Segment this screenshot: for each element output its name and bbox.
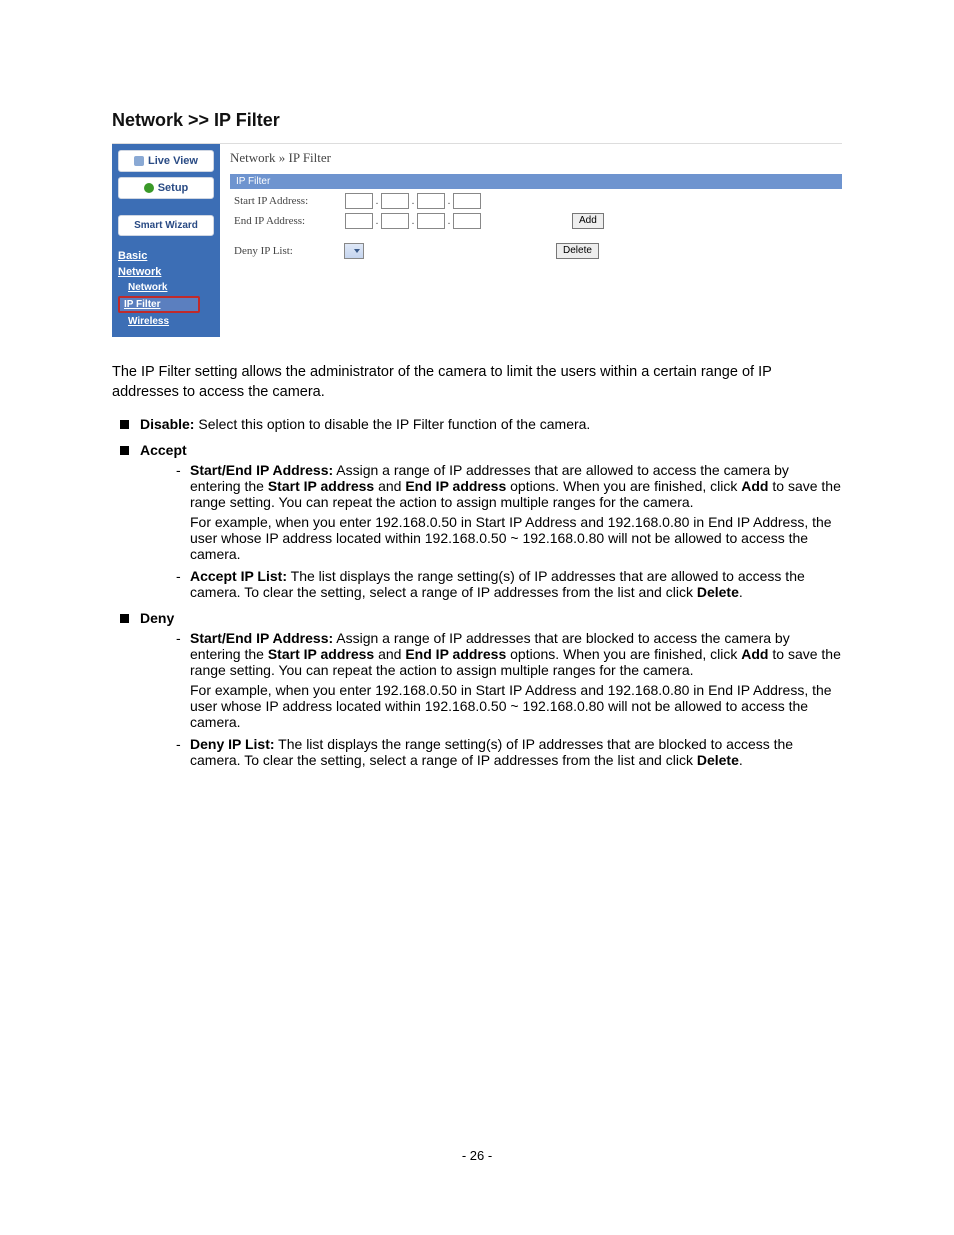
start-ip-row: Start IP Address: . . . xyxy=(234,193,842,209)
deny-ip-list: Deny IP List: The list displays the rang… xyxy=(176,736,842,768)
page-heading: Network >> IP Filter xyxy=(112,110,842,131)
monitor-icon xyxy=(134,156,144,166)
start-ip-label: Start IP Address: xyxy=(234,195,344,207)
start-ip-octet-3[interactable] xyxy=(417,193,445,209)
setup-tab[interactable]: Setup xyxy=(118,177,214,199)
start-ip-octet-2[interactable] xyxy=(381,193,409,209)
start-ip-octet-1[interactable] xyxy=(345,193,373,209)
deny-list-select[interactable] xyxy=(344,243,364,259)
start-ip-octet-4[interactable] xyxy=(453,193,481,209)
end-ip-label: End IP Address: xyxy=(234,215,344,227)
section-header: IP Filter xyxy=(230,174,842,189)
page-number: - 26 - xyxy=(112,1148,842,1163)
live-view-tab[interactable]: Live View xyxy=(118,150,214,172)
sidebar: Live View Setup Smart Wizard Basic Netwo… xyxy=(112,144,220,337)
accept-ip-list: Accept IP List: The list displays the ra… xyxy=(176,568,842,600)
intro-text: The IP Filter setting allows the adminis… xyxy=(112,363,842,402)
add-button[interactable]: Add xyxy=(572,213,604,229)
deny-example: For example, when you enter 192.168.0.50… xyxy=(190,682,842,730)
nav-sub-wireless[interactable]: Wireless xyxy=(118,314,214,329)
end-ip-octet-4[interactable] xyxy=(453,213,481,229)
end-ip-octet-2[interactable] xyxy=(381,213,409,229)
main-pane: Network » IP Filter IP Filter Start IP A… xyxy=(220,144,842,337)
deny-list-label: Deny IP List: xyxy=(234,245,344,257)
accept-start-end: Start/End IP Address: Assign a range of … xyxy=(176,462,842,562)
deny-item: Deny Start/End IP Address: Assign a rang… xyxy=(112,610,842,768)
setup-label: Setup xyxy=(158,182,189,194)
end-ip-row: End IP Address: . . . Add xyxy=(234,213,842,229)
nav-network[interactable]: Network xyxy=(118,264,214,280)
nav-basic[interactable]: Basic xyxy=(118,248,214,264)
accept-item: Accept Start/End IP Address: Assign a ra… xyxy=(112,442,842,600)
breadcrumb: Network » IP Filter xyxy=(230,150,842,166)
end-ip-octet-3[interactable] xyxy=(417,213,445,229)
deny-start-end: Start/End IP Address: Assign a range of … xyxy=(176,630,842,730)
disable-item: Disable: Select this option to disable t… xyxy=(112,416,842,432)
smart-wizard-button[interactable]: Smart Wizard xyxy=(118,215,214,236)
nav-sub-ip-filter[interactable]: IP Filter xyxy=(118,296,200,313)
live-view-label: Live View xyxy=(148,155,198,167)
delete-button[interactable]: Delete xyxy=(556,243,599,259)
ui-screenshot-panel: Live View Setup Smart Wizard Basic Netwo… xyxy=(112,143,842,337)
accept-example: For example, when you enter 192.168.0.50… xyxy=(190,514,842,562)
end-ip-octet-1[interactable] xyxy=(345,213,373,229)
gear-icon xyxy=(144,183,154,193)
deny-list-row: Deny IP List: Delete xyxy=(234,243,842,259)
nav-sub-network[interactable]: Network xyxy=(118,280,214,295)
